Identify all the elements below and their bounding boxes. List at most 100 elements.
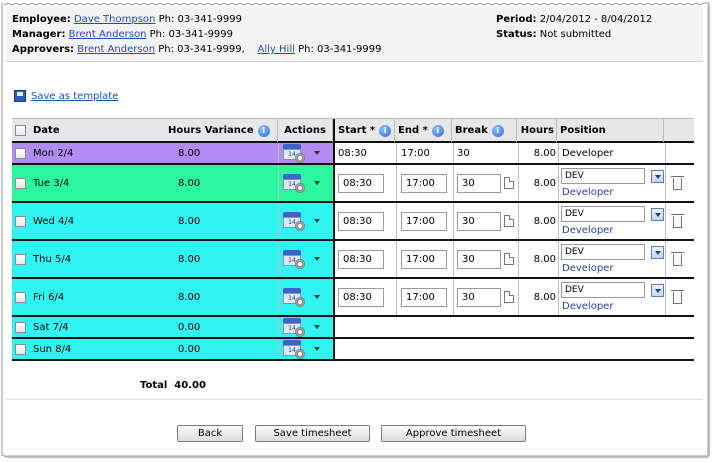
row-select-checkbox[interactable] xyxy=(15,147,26,159)
position-select[interactable]: DEV xyxy=(561,282,645,298)
row-select-checkbox[interactable] xyxy=(15,291,26,303)
calendar-gear-icon[interactable]: 14 xyxy=(283,340,305,359)
row-actions-cell[interactable]: 14 xyxy=(278,279,333,315)
position-name: Developer xyxy=(562,147,614,159)
row-actions-cell[interactable]: 14 xyxy=(278,203,333,239)
break-input[interactable]: 30 xyxy=(457,249,501,269)
start-input[interactable]: 08:30 xyxy=(338,173,384,193)
col-end-header: End * i xyxy=(395,119,452,142)
end-input[interactable]: 17:00 xyxy=(401,211,447,231)
row-date-cell: Thu 5/4 8.00 xyxy=(12,241,278,277)
chevron-down-icon[interactable] xyxy=(314,325,320,329)
start-input[interactable]: 08:30 xyxy=(338,287,384,307)
hours-cell: 8.00 xyxy=(519,143,559,163)
save-as-template-action[interactable]: Save as template xyxy=(14,90,118,102)
back-button[interactable]: Back xyxy=(177,425,243,442)
row-actions-cell[interactable]: 14 xyxy=(278,143,333,163)
chevron-down-icon[interactable] xyxy=(651,208,664,221)
row-select-checkbox[interactable] xyxy=(15,343,26,355)
approver1-phone: Ph: 03-341-9999, xyxy=(158,44,245,55)
period-row: Period: 2/04/2012 - 8/04/2012 xyxy=(496,14,652,25)
row-hours-variance: 8.00 xyxy=(178,291,201,303)
row-select-checkbox[interactable] xyxy=(15,321,26,333)
table-row: Tue 3/4 8.00 14 08:30 17:00 30 8.00 DEV Develope… xyxy=(12,165,694,203)
col-date-label: Date xyxy=(33,125,60,136)
calendar-gear-icon[interactable]: 14 xyxy=(283,144,305,163)
info-icon[interactable]: i xyxy=(257,124,270,137)
start-input[interactable]: 08:30 xyxy=(338,249,384,269)
chevron-down-icon[interactable] xyxy=(651,246,664,259)
start-cell: 08:30 xyxy=(335,165,397,201)
chevron-down-icon[interactable] xyxy=(314,151,320,155)
row-date: Fri 6/4 xyxy=(33,291,65,303)
col-position-header: Position xyxy=(557,119,664,142)
position-select[interactable]: DEV xyxy=(561,206,645,222)
break-input[interactable]: 30 xyxy=(457,287,501,307)
note-icon[interactable] xyxy=(504,291,514,303)
end-input[interactable]: 17:00 xyxy=(401,287,447,307)
chevron-down-icon[interactable] xyxy=(314,219,320,223)
info-icon[interactable]: i xyxy=(379,124,392,137)
row-hours-variance: 0.00 xyxy=(178,343,201,355)
note-icon[interactable] xyxy=(504,177,514,189)
chevron-down-icon[interactable] xyxy=(314,257,320,261)
trash-icon[interactable] xyxy=(671,214,684,228)
save-timesheet-button[interactable]: Save timesheet xyxy=(255,425,370,442)
table-row: Sun 8/4 0.00 14 xyxy=(12,339,694,361)
trash-icon[interactable] xyxy=(671,252,684,266)
employee-name-link[interactable]: Dave Thompson xyxy=(74,14,155,25)
note-icon[interactable] xyxy=(504,253,514,265)
chevron-down-icon[interactable] xyxy=(314,347,320,351)
position-name: Developer xyxy=(562,263,614,274)
period-value: 2/04/2012 - 8/04/2012 xyxy=(539,14,653,25)
employee-label: Employee: xyxy=(12,14,71,25)
row-actions-cell[interactable]: 14 xyxy=(278,241,333,277)
row-date: Sat 7/4 xyxy=(33,321,69,333)
row-select-checkbox[interactable] xyxy=(15,253,26,265)
note-icon[interactable] xyxy=(504,215,514,227)
position-select[interactable]: DEV xyxy=(561,244,645,260)
break-input[interactable]: 30 xyxy=(457,211,501,231)
select-all-checkbox[interactable] xyxy=(15,125,26,136)
trash-icon[interactable] xyxy=(671,176,684,190)
save-as-template-link[interactable]: Save as template xyxy=(31,91,118,102)
position-select[interactable]: DEV xyxy=(561,168,645,184)
approve-timesheet-button[interactable]: Approve timesheet xyxy=(381,425,526,442)
info-icon[interactable]: i xyxy=(431,124,444,137)
row-hours: 8.00 xyxy=(533,215,556,227)
col-start-header: Start * i xyxy=(333,119,395,142)
chevron-down-icon[interactable] xyxy=(314,295,320,299)
calendar-gear-icon[interactable]: 14 xyxy=(283,288,305,307)
row-actions-cell[interactable]: 14 xyxy=(278,165,333,201)
table-row: Fri 6/4 8.00 14 08:30 17:00 30 8.00 DEV Develope… xyxy=(12,279,694,317)
end-input[interactable]: 17:00 xyxy=(401,249,447,269)
trash-icon[interactable] xyxy=(671,290,684,304)
chevron-down-icon[interactable] xyxy=(651,170,664,183)
row-select-checkbox[interactable] xyxy=(15,215,26,227)
break-input[interactable]: 30 xyxy=(457,173,501,193)
row-actions-cell[interactable]: 14 xyxy=(278,317,333,337)
calendar-gear-icon[interactable]: 14 xyxy=(283,212,305,231)
info-icon[interactable]: i xyxy=(491,124,504,137)
start-input[interactable]: 08:30 xyxy=(338,211,384,231)
hours-cell: 8.00 xyxy=(519,203,559,239)
chevron-down-icon[interactable] xyxy=(651,284,664,297)
row-actions-cell[interactable]: 14 xyxy=(278,339,333,359)
break-value: 30 xyxy=(457,147,470,159)
calendar-gear-icon[interactable]: 14 xyxy=(283,250,305,269)
status-row: Status: Not submitted xyxy=(496,29,611,40)
calendar-gear-icon[interactable]: 14 xyxy=(283,174,305,193)
approver2-name-link[interactable]: Ally Hill xyxy=(258,44,295,55)
position-cell: DEV Developer xyxy=(559,165,666,201)
chevron-down-icon[interactable] xyxy=(314,181,320,185)
row-select-checkbox[interactable] xyxy=(15,177,26,189)
approver1-name-link[interactable]: Brent Anderson xyxy=(77,44,155,55)
total-row: Total 40.00 xyxy=(140,380,206,391)
end-input[interactable]: 17:00 xyxy=(401,173,447,193)
manager-name-link[interactable]: Brent Anderson xyxy=(69,29,147,40)
end-value: 17:00 xyxy=(401,147,430,159)
calendar-gear-icon[interactable]: 14 xyxy=(283,318,305,337)
save-disk-icon[interactable] xyxy=(14,90,26,102)
status-label: Status: xyxy=(496,29,537,40)
row-hours-variance: 8.00 xyxy=(178,177,201,189)
